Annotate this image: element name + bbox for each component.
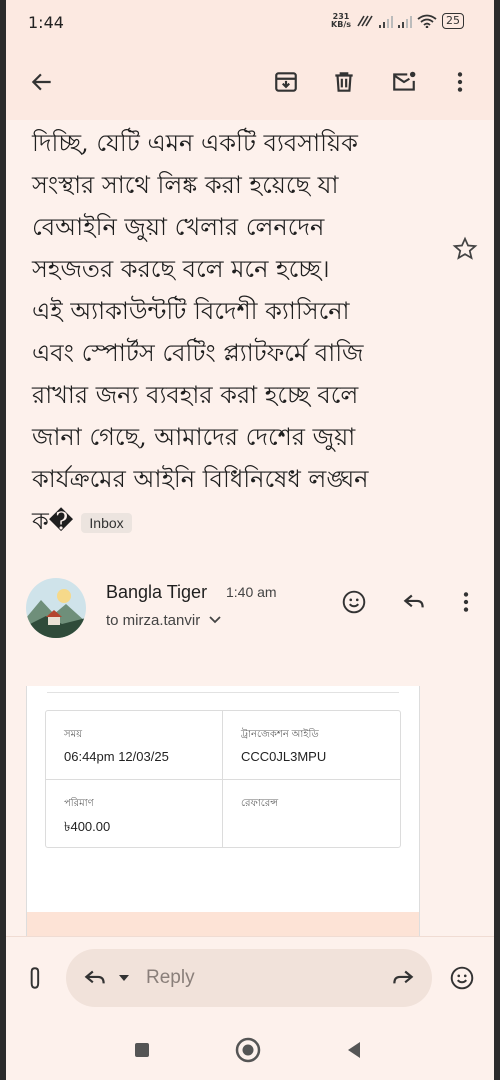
system-nav-bar [6,1020,494,1080]
reply-placeholder: Reply [146,967,195,988]
body-line: সহজতর করছে বলে মনে হচ্ছে। [32,255,330,283]
square-icon [135,1043,149,1057]
reference-label: রেফারেন্স [241,798,279,809]
smiley-icon [450,966,474,990]
message-time: 1:40 am [226,584,277,600]
body-line: এবং স্পোর্টস বেটিং প্ল্যাটফর্মে বাজি [32,339,364,367]
amount-value: ৳400.00 [64,819,111,834]
forward-icon[interactable] [390,965,416,991]
more-options-button[interactable] [442,64,478,100]
gmail-screen: 1:44 231 KB/s 25 দিচ্ছি, যেটি এমন একটি ব… [6,0,494,1080]
battery-icon: 25 [442,13,464,29]
signal-1-icon [379,14,393,28]
reply-icon [403,594,424,608]
reply-bar: Reply [6,936,494,1021]
arrow-left-icon [31,73,51,91]
more-vert-icon [457,72,463,92]
caret-down-icon[interactable] [118,974,130,982]
transaction-id-label: ট্রানজেকশন আইডি [241,729,319,740]
back-button[interactable] [24,64,60,100]
time-cell: সময় 06:44pm 12/03/25 [46,711,222,779]
archive-button[interactable] [268,64,304,100]
body-line: কার্যক্রমের আইনি বিধিনিষেধ লঙ্ঘন [32,465,369,493]
transaction-table: সময় 06:44pm 12/03/25 ট্রানজেকশন আইডি CC… [45,710,401,848]
body-line: দিচ্ছি, যেটি এমন একটি ব্যবসায়িক [32,129,358,157]
receipt-footer-band [27,912,419,936]
status-time: 1:44 [28,13,64,32]
attach-button[interactable] [22,964,50,992]
message-more-button[interactable] [452,588,480,616]
mail-unread-icon [393,71,416,91]
recipient-details[interactable]: to mirza.tanvir [106,612,222,629]
amount-label: পরিমাণ [64,798,94,809]
avatar-image [26,578,86,638]
status-bar: 1:44 231 KB/s 25 [6,0,494,46]
reference-cell: রেফারেন্স [223,780,399,848]
home-button[interactable] [234,1036,262,1064]
body-line: ক� [32,507,74,535]
message-toolbar [6,46,494,120]
body-line: জানা গেছে, আমাদের দেশের জুয়া [32,423,356,451]
message-body: দিচ্ছি, যেটি এমন একটি ব্যবসায়িক সংস্থার… [32,122,452,542]
paperclip-icon [30,967,40,989]
inbox-label-chip[interactable]: Inbox [81,512,132,533]
wifi-icon [417,14,437,28]
mark-unread-button[interactable] [386,64,422,100]
signal-2-icon [398,14,412,28]
transaction-id-value: CCC0JL3MPU [241,749,327,764]
receipt-card: সময় 06:44pm 12/03/25 ট্রানজেকশন আইডি CC… [26,686,420,936]
network-speed: 231 KB/s [331,13,351,29]
recents-button[interactable] [128,1036,156,1064]
body-line: রাখার জন্য ব্যবহার করা হচ্ছে বলে [32,381,359,409]
triangle-back-icon [348,1042,360,1058]
time-value: 06:44pm 12/03/25 [64,749,169,764]
divider [47,692,399,693]
body-line: এই অ্যাকাউন্টটি বিদেশী ক্যাসিনো [32,297,350,325]
archive-icon [275,72,297,92]
status-icons: 231 KB/s 25 [331,13,464,29]
back-nav-button[interactable] [340,1036,368,1064]
reply-input[interactable]: Reply [66,949,432,1007]
avatar[interactable] [26,578,86,638]
amount-cell: পরিমাণ ৳400.00 [46,780,222,848]
reply-button[interactable] [400,588,428,616]
transaction-id-cell: ট্রানজেকশন আইডি CCC0JL3MPU [223,711,399,779]
emoji-react-button[interactable] [340,588,368,616]
reply-icon [84,970,105,984]
body-line: বেআইনি জুয়া খেলার লেনদেন [32,213,325,241]
delete-button[interactable] [326,64,362,100]
network-speed-unit: KB/s [331,20,351,29]
smiley-icon [342,590,366,614]
star-icon[interactable] [452,236,478,262]
more-vert-icon [463,592,469,612]
chevron-down-icon [209,616,222,624]
reply-emoji-button[interactable] [448,964,476,992]
body-line-last: ক� Inbox [32,500,452,542]
trash-icon [335,72,353,92]
time-label: সময় [64,729,83,740]
volte-icon [357,15,373,27]
sender-header: Bangla Tiger 1:40 am to mirza.tanvir [6,570,494,650]
home-circle-icon [235,1037,261,1063]
recipient-text: to mirza.tanvir [106,612,201,629]
sender-name: Bangla Tiger [106,582,208,602]
body-line: সংস্থার সাথে লিঙ্ক করা হয়েছে যা [32,171,339,199]
